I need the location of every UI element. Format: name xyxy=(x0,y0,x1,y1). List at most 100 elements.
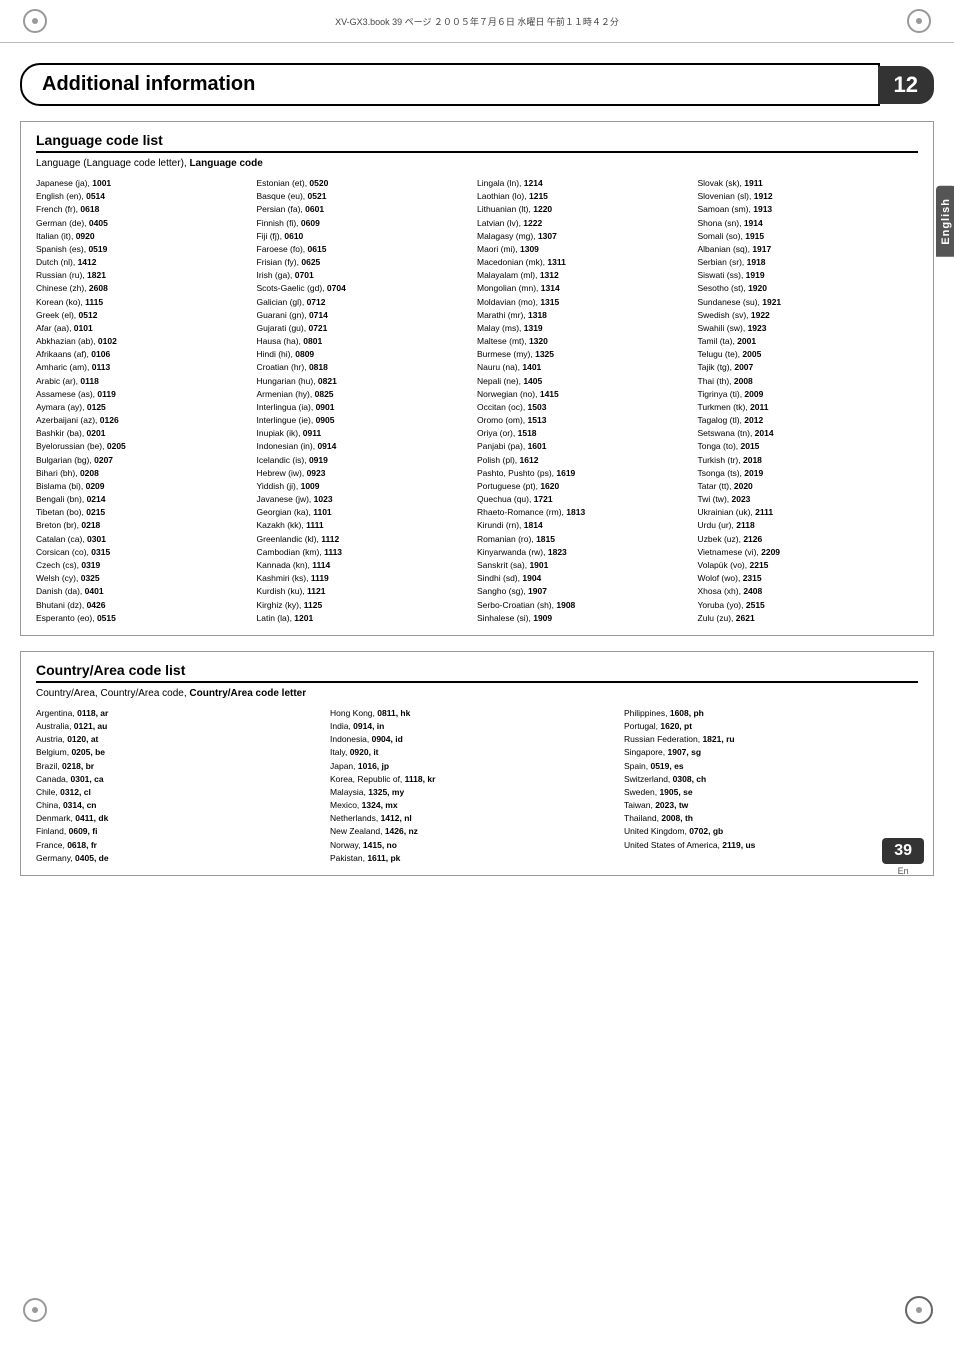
country-section: Country/Area code list Country/Area, Cou… xyxy=(20,651,934,876)
lang-entry: Portuguese (pt), 1620 xyxy=(477,480,688,493)
lang-entry: Tsonga (ts), 2019 xyxy=(698,467,909,480)
country-entry: Italy, 0920, it xyxy=(330,746,614,759)
lang-entry: Tajik (tg), 2007 xyxy=(698,361,909,374)
lang-entry: Tagalog (tl), 2012 xyxy=(698,414,909,427)
country-entry: China, 0314, cn xyxy=(36,799,320,812)
chapter-number: 12 xyxy=(878,66,934,104)
lang-entry: Sindhi (sd), 1904 xyxy=(477,572,688,585)
country-entry: Germany, 0405, de xyxy=(36,852,320,865)
lang-entry: Norwegian (no), 1415 xyxy=(477,388,688,401)
lang-entry: Hungarian (hu), 0821 xyxy=(257,375,468,388)
lang-entry: Thai (th), 2008 xyxy=(698,375,909,388)
country-entry: Denmark, 0411, dk xyxy=(36,812,320,825)
lang-entry: Sanskrit (sa), 1901 xyxy=(477,559,688,572)
country-entry: New Zealand, 1426, nz xyxy=(330,825,614,838)
lang-entry: Icelandic (is), 0919 xyxy=(257,454,468,467)
country-entry: Chile, 0312, cl xyxy=(36,786,320,799)
lang-col-4: Slovak (sk), 1911Slovenian (sl), 1912Sam… xyxy=(698,177,919,625)
lang-entry: Danish (da), 0401 xyxy=(36,585,247,598)
country-entry: Mexico, 1324, mx xyxy=(330,799,614,812)
lang-entry: Sangho (sg), 1907 xyxy=(477,585,688,598)
lang-entry: Azerbaijani (az), 0126 xyxy=(36,414,247,427)
page-lang: En xyxy=(898,866,909,876)
lang-entry: Mongolian (mn), 1314 xyxy=(477,282,688,295)
country-subtitle-plain: Country/Area, Country/Area code, xyxy=(36,688,189,699)
lang-entry: Laothian (lo), 1215 xyxy=(477,190,688,203)
lang-entry: Faroese (fo), 0615 xyxy=(257,243,468,256)
lang-entry: Oriya (or), 1518 xyxy=(477,427,688,440)
lang-entry: Finnish (fi), 0609 xyxy=(257,217,468,230)
lang-entry: Italian (it), 0920 xyxy=(36,230,247,243)
book-info: XV-GX3.book 39 ページ ２００５年７月６日 水曜日 午前１１時４２… xyxy=(50,15,904,28)
country-entry: Australia, 0121, au xyxy=(36,720,320,733)
lang-entry: Esperanto (eo), 0515 xyxy=(36,612,247,625)
subtitle-plain: Language (Language code letter), xyxy=(36,158,189,169)
lang-entry: Indonesian (in), 0914 xyxy=(257,440,468,453)
lang-entry: Polish (pl), 1612 xyxy=(477,454,688,467)
language-section: Language code list Language (Language co… xyxy=(20,121,934,636)
lang-entry: Albanian (sq), 1917 xyxy=(698,243,909,256)
lang-entry: Dutch (nl), 1412 xyxy=(36,256,247,269)
lang-entry: Serbo-Croatian (sh), 1908 xyxy=(477,599,688,612)
top-right-target xyxy=(904,6,934,36)
country-col-2: Hong Kong, 0811, hkIndia, 0914, inIndone… xyxy=(330,707,624,865)
lang-entry: Korean (ko), 1115 xyxy=(36,296,247,309)
lang-entry: Tatar (tt), 2020 xyxy=(698,480,909,493)
lang-entry: Kashmiri (ks), 1119 xyxy=(257,572,468,585)
country-entry: Korea, Republic of, 1118, kr xyxy=(330,773,614,786)
bottom-bar xyxy=(0,1289,954,1331)
lang-entry: Irish (ga), 0701 xyxy=(257,269,468,282)
country-entry: Malaysia, 1325, my xyxy=(330,786,614,799)
lang-entry: Japanese (ja), 1001 xyxy=(36,177,247,190)
lang-entry: Spanish (es), 0519 xyxy=(36,243,247,256)
lang-entry: Armenian (hy), 0825 xyxy=(257,388,468,401)
lang-entry: Maori (mi), 1309 xyxy=(477,243,688,256)
chapter-title-box: Additional information xyxy=(20,63,880,106)
lang-entry: Interlingua (ia), 0901 xyxy=(257,401,468,414)
lang-entry: Kirundi (rn), 1814 xyxy=(477,519,688,532)
lang-col-3: Lingala (ln), 1214Laothian (lo), 1215Lit… xyxy=(477,177,698,625)
lang-entry: Marathi (mr), 1318 xyxy=(477,309,688,322)
lang-entry: Urdu (ur), 2118 xyxy=(698,519,909,532)
country-entry: Austria, 0120, at xyxy=(36,733,320,746)
country-entry: Finland, 0609, fi xyxy=(36,825,320,838)
lang-entry: Panjabi (pa), 1601 xyxy=(477,440,688,453)
lang-entry: Interlingue (ie), 0905 xyxy=(257,414,468,427)
lang-entry: Inupiak (ik), 0911 xyxy=(257,427,468,440)
lang-entry: Tamil (ta), 2001 xyxy=(698,335,909,348)
lang-entry: Kazakh (kk), 1111 xyxy=(257,519,468,532)
lang-entry: Hindi (hi), 0809 xyxy=(257,348,468,361)
lang-entry: Cambodian (km), 1113 xyxy=(257,546,468,559)
lang-entry: Latin (la), 1201 xyxy=(257,612,468,625)
lang-entry: Malagasy (mg), 1307 xyxy=(477,230,688,243)
lang-entry: Kinyarwanda (rw), 1823 xyxy=(477,546,688,559)
lang-entry: Swahili (sw), 1923 xyxy=(698,322,909,335)
lang-entry: Croatian (hr), 0818 xyxy=(257,361,468,374)
lang-entry: Javanese (jw), 1023 xyxy=(257,493,468,506)
country-entry: Belgium, 0205, be xyxy=(36,746,320,759)
lang-entry: Burmese (my), 1325 xyxy=(477,348,688,361)
country-col-1: Argentina, 0118, arAustralia, 0121, auAu… xyxy=(36,707,330,865)
lang-entry: Amharic (am), 0113 xyxy=(36,361,247,374)
lang-entry: Arabic (ar), 0118 xyxy=(36,375,247,388)
lang-entry: Telugu (te), 2005 xyxy=(698,348,909,361)
lang-entry: Turkmen (tk), 2011 xyxy=(698,401,909,414)
lang-entry: Bulgarian (bg), 0207 xyxy=(36,454,247,467)
lang-entry: Nauru (na), 1401 xyxy=(477,361,688,374)
lang-entry: Malayalam (ml), 1312 xyxy=(477,269,688,282)
country-entry: Spain, 0519, es xyxy=(624,760,908,773)
lang-entry: Slovak (sk), 1911 xyxy=(698,177,909,190)
lang-entry: Setswana (tn), 2014 xyxy=(698,427,909,440)
country-entry: Singapore, 1907, sg xyxy=(624,746,908,759)
lang-entry: Basque (eu), 0521 xyxy=(257,190,468,203)
country-entry: Japan, 1016, jp xyxy=(330,760,614,773)
lang-entry: Greenlandic (kl), 1112 xyxy=(257,533,468,546)
lang-entry: Malay (ms), 1319 xyxy=(477,322,688,335)
lang-entry: Greek (el), 0512 xyxy=(36,309,247,322)
country-entry: Sweden, 1905, se xyxy=(624,786,908,799)
country-entry: India, 0914, in xyxy=(330,720,614,733)
lang-entry: Czech (cs), 0319 xyxy=(36,559,247,572)
lang-entry: Shona (sn), 1914 xyxy=(698,217,909,230)
bottom-left-target xyxy=(20,1295,50,1325)
lang-entry: Chinese (zh), 2608 xyxy=(36,282,247,295)
